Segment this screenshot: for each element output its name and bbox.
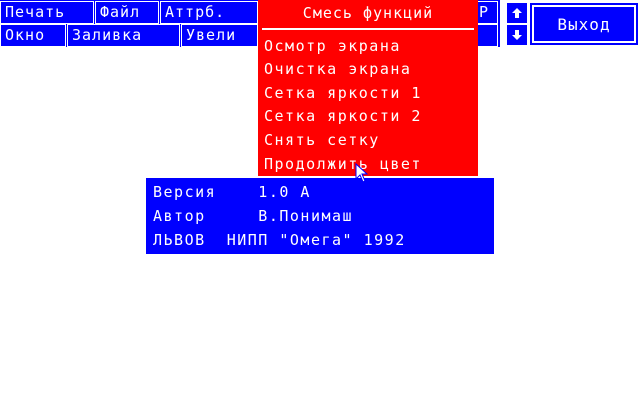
menu-file[interactable]: Файл	[95, 1, 159, 24]
exit-button[interactable]: Выход	[530, 3, 638, 45]
dropdown-menu: Смесь функций Осмотр экрана Очистка экра…	[258, 0, 478, 176]
menu-item-brightness-grid-1[interactable]: Сетка яркости 1	[264, 82, 422, 105]
dropdown-title[interactable]: Смесь функций	[258, 2, 478, 24]
menu-blank[interactable]	[476, 24, 498, 47]
menu-zoom[interactable]: Увели	[181, 24, 258, 47]
about-panel: Версия 1.0 A Автор В.Понимаш ЛЬВОВ НИПП …	[146, 178, 494, 254]
scroll-down-button[interactable]	[506, 24, 528, 46]
menu-item-brightness-grid-2[interactable]: Сетка яркости 2	[264, 105, 422, 128]
exit-label: Выход	[532, 5, 636, 43]
arrow-up-icon	[512, 8, 522, 18]
menu-truncated[interactable]: Р	[476, 1, 498, 24]
scroll-up-button[interactable]	[506, 2, 528, 24]
menu-window[interactable]: Окно	[0, 24, 66, 47]
menu-attributes[interactable]: Аттрб.	[160, 1, 258, 24]
menu-item-continue-color[interactable]: Продолжить цвет	[264, 153, 422, 176]
organization-line: ЛЬВОВ НИПП "Омега" 1992	[153, 231, 406, 249]
author-line: Автор В.Понимаш	[153, 207, 354, 225]
menu-item-clear-screen[interactable]: Очистка экрана	[264, 58, 411, 81]
menu-item-remove-grid[interactable]: Снять сетку	[264, 129, 380, 152]
menu-fill[interactable]: Заливка	[67, 24, 180, 47]
mouse-cursor-icon	[355, 163, 369, 183]
dropdown-separator	[262, 28, 474, 30]
version-line: Версия 1.0 A	[153, 183, 311, 201]
menu-item-view-screen[interactable]: Осмотр экрана	[264, 35, 401, 58]
menu-print[interactable]: Печать	[0, 1, 94, 24]
arrow-down-icon	[512, 30, 522, 40]
